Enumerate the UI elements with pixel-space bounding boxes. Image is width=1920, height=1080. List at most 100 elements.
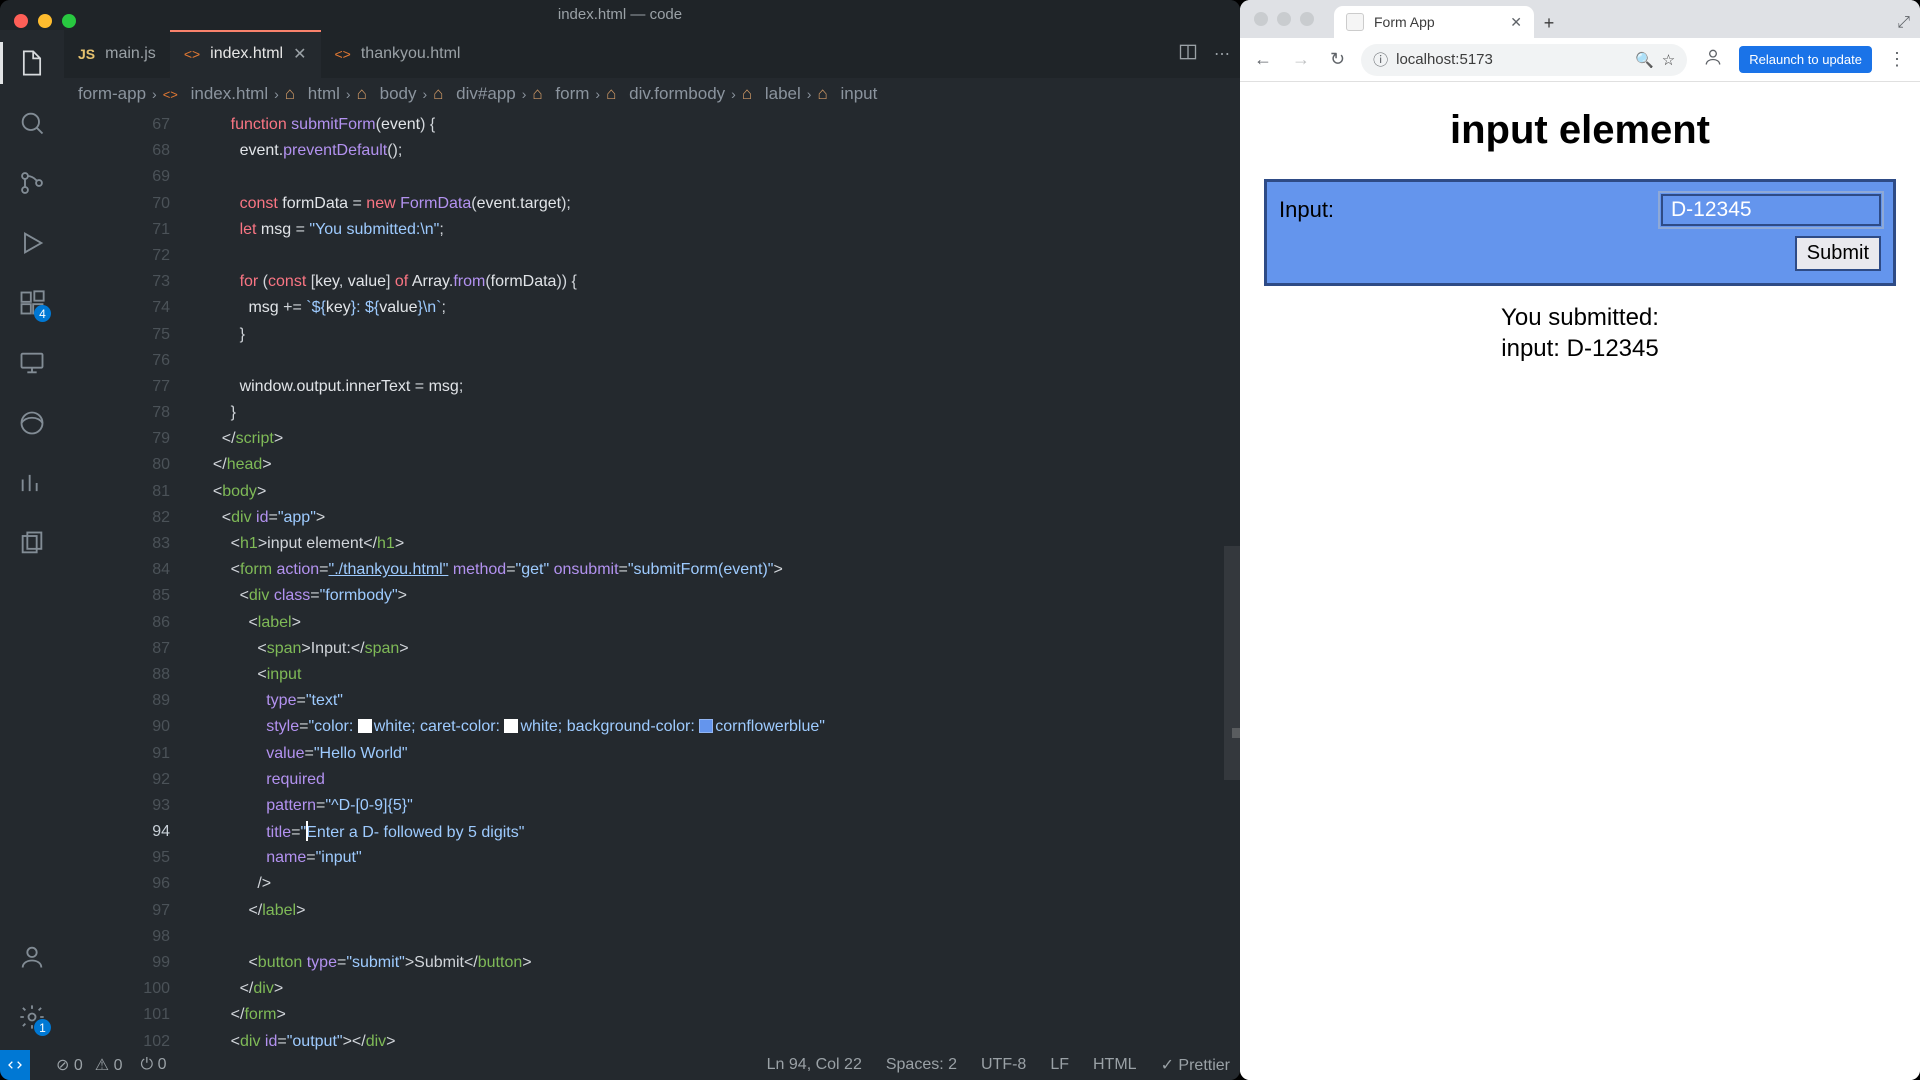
- mac-traffic-lights: [14, 14, 76, 28]
- edge-tools-icon[interactable]: [17, 408, 47, 438]
- files-icon[interactable]: [17, 528, 47, 558]
- tab-thankyouhtml[interactable]: <> thankyou.html: [321, 30, 475, 78]
- breadcrumb-item[interactable]: form: [555, 84, 589, 104]
- more-actions-icon[interactable]: ⋯: [1214, 44, 1230, 64]
- output-text: You submitted: input: D-12345: [1264, 302, 1896, 364]
- tag-icon: ⌂: [433, 84, 443, 104]
- form-body: Input: Submit: [1264, 179, 1896, 286]
- minimize-window-icon[interactable]: [1277, 12, 1291, 26]
- tag-icon: ⌂: [606, 84, 616, 104]
- breadcrumb-item[interactable]: html: [308, 84, 340, 104]
- close-tab-icon[interactable]: ✕: [1510, 14, 1522, 31]
- remote-explorer-icon[interactable]: [17, 348, 47, 378]
- tab-label: thankyou.html: [361, 45, 461, 63]
- cursor-position[interactable]: Ln 94, Col 22: [767, 1056, 862, 1074]
- breadcrumb-item[interactable]: label: [765, 84, 801, 104]
- maximize-window-icon[interactable]: [62, 14, 76, 28]
- breadcrumb-item[interactable]: index.html: [191, 84, 268, 104]
- warnings-count[interactable]: ⚠ 0: [95, 1055, 123, 1075]
- extensions-icon[interactable]: 4: [17, 288, 47, 318]
- account-icon[interactable]: [17, 942, 47, 972]
- site-info-icon[interactable]: ⓘ: [1373, 49, 1388, 70]
- close-window-icon[interactable]: [14, 14, 28, 28]
- tab-label: index.html: [210, 45, 283, 63]
- tag-icon: ⌂: [532, 84, 542, 104]
- html-file-icon: <>: [335, 46, 351, 62]
- page-content: input element Input: Submit You submitte…: [1240, 82, 1920, 1080]
- explorer-icon[interactable]: [17, 48, 47, 78]
- search-icon[interactable]: [17, 108, 47, 138]
- relaunch-button[interactable]: Relaunch to update: [1739, 46, 1872, 73]
- status-bar: ⊘ 0 ⚠ 0 ⏻ 0 Ln 94, Col 22 Spaces: 2 UTF-…: [0, 1050, 1240, 1080]
- profile-icon[interactable]: [1699, 43, 1727, 76]
- chevron-right-icon: ›: [729, 86, 738, 102]
- encoding-info[interactable]: UTF-8: [981, 1056, 1026, 1074]
- language-mode[interactable]: HTML: [1093, 1056, 1137, 1074]
- html-file-icon: <>: [184, 46, 200, 62]
- breadcrumb-item[interactable]: body: [380, 84, 417, 104]
- zoom-icon[interactable]: 🔍: [1635, 51, 1654, 69]
- browser-tab-strip: Form App ✕ + ⤢: [1240, 0, 1920, 38]
- close-window-icon[interactable]: [1254, 12, 1268, 26]
- window-title: index.html — code: [0, 0, 1240, 30]
- code-editor[interactable]: 6768697071727374757677787980818283848586…: [64, 110, 1240, 1050]
- chevron-right-icon: ›: [420, 86, 429, 102]
- split-editor-icon[interactable]: [1178, 42, 1198, 67]
- forward-button[interactable]: →: [1288, 45, 1314, 74]
- tab-label: main.js: [105, 45, 156, 63]
- chevron-right-icon: ›: [272, 86, 281, 102]
- breadcrumb-item[interactable]: div.formbody: [629, 84, 725, 104]
- tag-icon: ⌂: [817, 84, 827, 104]
- code-lines[interactable]: function submitForm(event) { event.preve…: [204, 110, 1240, 1050]
- chevron-right-icon: ›: [805, 86, 814, 102]
- back-button[interactable]: ←: [1250, 45, 1276, 74]
- indent-info[interactable]: Spaces: 2: [886, 1056, 957, 1074]
- scrollbar-track[interactable]: [1224, 546, 1240, 780]
- minimize-window-icon[interactable]: [38, 14, 52, 28]
- errors-count[interactable]: ⊘ 0: [56, 1055, 83, 1075]
- breadcrumb-item[interactable]: form-app: [78, 84, 146, 104]
- mac-traffic-lights: [1254, 12, 1314, 26]
- chevron-right-icon: ›: [520, 86, 529, 102]
- tab-mainjs[interactable]: JSmain.js: [64, 30, 170, 78]
- remote-button[interactable]: [0, 1050, 30, 1080]
- expand-icon[interactable]: ⤢: [1897, 14, 1910, 32]
- breadcrumb-item[interactable]: input: [840, 84, 877, 104]
- output-line: You submitted:: [1264, 302, 1896, 333]
- browser-tab[interactable]: Form App ✕: [1334, 6, 1534, 38]
- submit-button[interactable]: Submit: [1795, 236, 1881, 271]
- tab-indexhtml[interactable]: <> index.html ✕: [170, 30, 321, 78]
- browser-toolbar: ← → ↻ ⓘ localhost:5173 🔍 ☆ Relaunch to u…: [1240, 38, 1920, 82]
- eol-info[interactable]: LF: [1050, 1056, 1069, 1074]
- maximize-window-icon[interactable]: [1300, 12, 1314, 26]
- input-label: Input:: [1279, 197, 1334, 223]
- site-icon: [1346, 13, 1364, 31]
- scrollbar-thumb[interactable]: [1232, 728, 1240, 738]
- settings-gear-icon[interactable]: 1: [17, 1002, 47, 1032]
- close-tab-icon[interactable]: ✕: [293, 44, 306, 64]
- menu-icon[interactable]: ⋮: [1884, 45, 1910, 74]
- chevron-right-icon: ›: [150, 86, 159, 102]
- tag-icon: ⌂: [742, 84, 752, 104]
- bookmark-icon[interactable]: ☆: [1662, 51, 1675, 69]
- breadcrumb-item[interactable]: div#app: [456, 84, 516, 104]
- run-debug-icon[interactable]: [17, 228, 47, 258]
- breadcrumb[interactable]: form-app› <> index.html› ⌂ html› ⌂ body›…: [64, 78, 1240, 110]
- browser-window: Form App ✕ + ⤢ ← → ↻ ⓘ localhost:5173 🔍 …: [1240, 0, 1920, 1080]
- extensions-badge: 4: [34, 305, 51, 322]
- tab-strip: JSmain.js <>index.html✕ <>thankyou.html …: [64, 30, 1240, 78]
- formatter-info[interactable]: ✓ Prettier: [1161, 1055, 1230, 1075]
- tag-icon: ⌂: [285, 84, 295, 104]
- activity-bar: 4 1: [0, 30, 64, 1050]
- reload-button[interactable]: ↻: [1326, 45, 1349, 74]
- new-tab-button[interactable]: +: [1534, 8, 1564, 38]
- text-input[interactable]: [1661, 194, 1881, 226]
- graph-icon[interactable]: [17, 468, 47, 498]
- source-control-icon[interactable]: [17, 168, 47, 198]
- address-bar[interactable]: ⓘ localhost:5173 🔍 ☆: [1361, 44, 1687, 76]
- ports-count[interactable]: ⏻ 0: [140, 1056, 166, 1074]
- output-line: input: D-12345: [1264, 333, 1896, 364]
- chevron-right-icon: ›: [593, 86, 602, 102]
- chevron-right-icon: ›: [344, 86, 353, 102]
- tag-icon: ⌂: [357, 84, 367, 104]
